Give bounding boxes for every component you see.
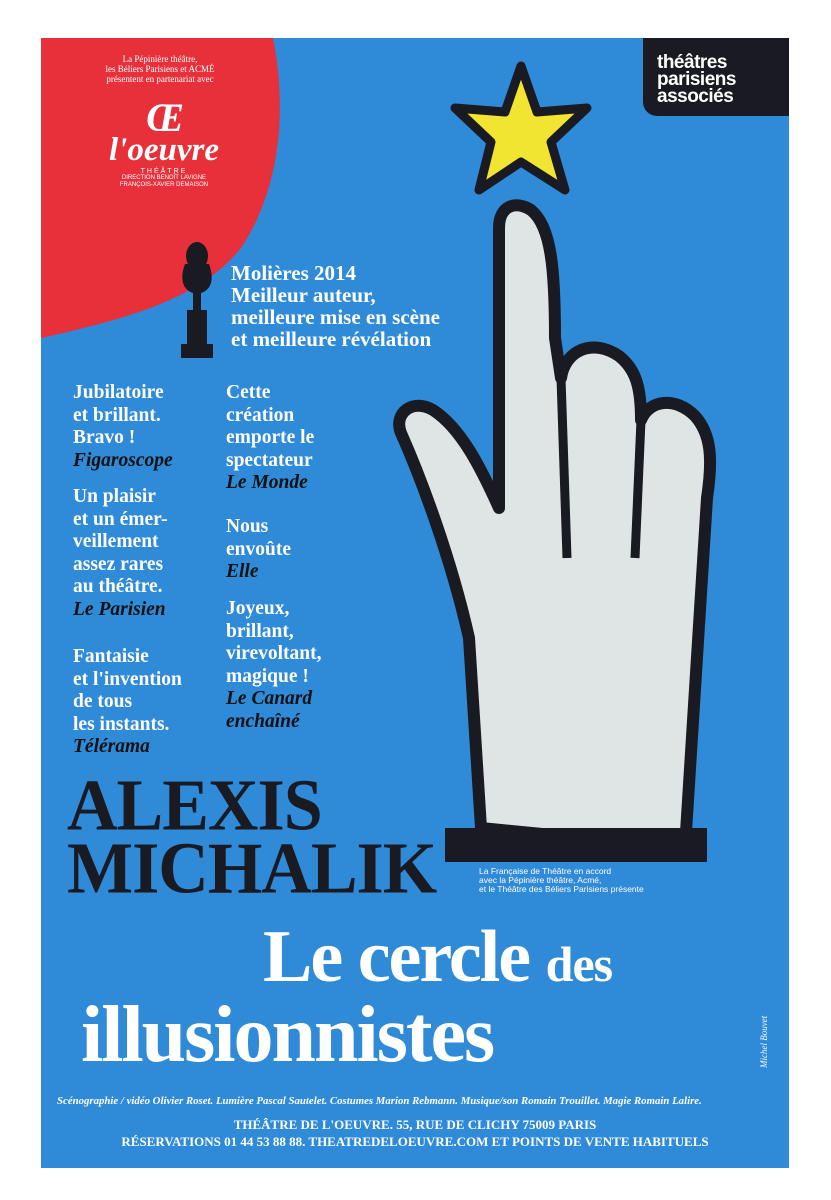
quote-line: virevoltant, <box>226 643 322 664</box>
quote-source: Le Monde <box>226 472 308 493</box>
quote-le-parisien: Un plaisir et un émer- veillement assez … <box>73 486 168 621</box>
quote-le-canard-enchaine: Joyeux, brillant, virevoltant, magique !… <box>226 598 322 733</box>
quote-line: au théâtre. <box>73 576 163 597</box>
finger-line <box>556 377 572 559</box>
moliere-trophy-icon <box>181 242 213 358</box>
quote-line: veillement <box>73 531 159 552</box>
presenters-line: et le Théâtre des Béliers Parisiens prés… <box>479 884 644 894</box>
award-line: et meilleure révélation <box>231 327 432 351</box>
moliere-award-text: Molières 2014 Meilleur auteur, meilleure… <box>231 262 440 350</box>
title-text: Le cercle <box>263 916 531 998</box>
award-line: Molières 2014 <box>231 261 356 285</box>
quote-source: enchaîné <box>226 710 300 732</box>
quote-line: et l'invention <box>73 668 182 690</box>
author-name: ALEXIS MICHALIK <box>67 769 437 910</box>
quote-le-monde: Cette création emporte le spectateur Le … <box>226 382 314 495</box>
play-title-line-1: Le cercle des <box>263 920 613 999</box>
venue-reservations: RÉSERVATIONS 01 44 53 88 88. THEATREDELO… <box>121 1134 709 1149</box>
quote-line: Cette <box>226 382 271 403</box>
author-last-name: MICHALIK <box>67 828 437 910</box>
quote-line: et brillant. <box>73 404 161 426</box>
quote-figaroscope: Jubilatoire et brillant. Bravo ! Figaros… <box>73 382 173 472</box>
quote-source: Le Canard <box>226 688 313 709</box>
quote-line: envoûte <box>226 538 291 560</box>
play-title-line-2: illusionnistes <box>81 991 495 1079</box>
quote-line: emporte le <box>226 427 315 448</box>
quote-elle: Nous envoûte Elle <box>226 516 291 584</box>
quote-line: de tous <box>73 691 133 712</box>
star-icon <box>450 61 592 195</box>
quote-line: brillant, <box>226 620 294 642</box>
award-line: Meilleur auteur, <box>231 283 376 307</box>
quote-line: Joyeux, <box>226 598 290 619</box>
cuff-bar <box>445 828 707 862</box>
quote-source: Le Parisien <box>73 598 166 620</box>
production-credits: Scénographie / vidéo Olivier Roset. Lumi… <box>57 1095 702 1107</box>
quote-source: Elle <box>226 561 259 582</box>
venue-address: THÉÂTRE DE L'OEUVRE. 55, RUE DE CLICHY 7… <box>233 1117 597 1132</box>
quote-line: magique ! <box>226 665 309 687</box>
quote-line: assez rares <box>73 553 164 575</box>
quote-line: Un plaisir <box>73 486 156 507</box>
quote-line: Fantaisie <box>73 646 149 667</box>
quote-line: les instants. <box>73 713 170 735</box>
quote-line: et un émer- <box>73 508 168 530</box>
quote-line: Jubilatoire <box>73 382 164 403</box>
quote-line: création <box>226 404 295 426</box>
award-line: meilleure mise en scène <box>231 305 440 329</box>
quote-source: Figaroscope <box>73 449 173 471</box>
hand-icon <box>393 199 717 854</box>
finger-line <box>630 419 646 559</box>
quote-source: Télérama <box>73 736 150 757</box>
quote-line: Bravo ! <box>73 427 136 448</box>
quote-line: Nous <box>226 516 269 537</box>
presenters-text: La Française de Théâtre en accord avec l… <box>479 867 644 894</box>
quote-telerama: Fantaisie et l'invention de tous les ins… <box>73 646 182 759</box>
artist-signature: Michel Bouvet <box>759 1015 769 1068</box>
venue-info: THÉÂTRE DE L'OEUVRE. 55, RUE DE CLICHY 7… <box>41 1116 789 1150</box>
title-small-text: des <box>545 936 613 992</box>
poster: La Pépinière théâtre, les Béliers Parisi… <box>41 38 789 1168</box>
quote-line: spectateur <box>226 449 313 471</box>
